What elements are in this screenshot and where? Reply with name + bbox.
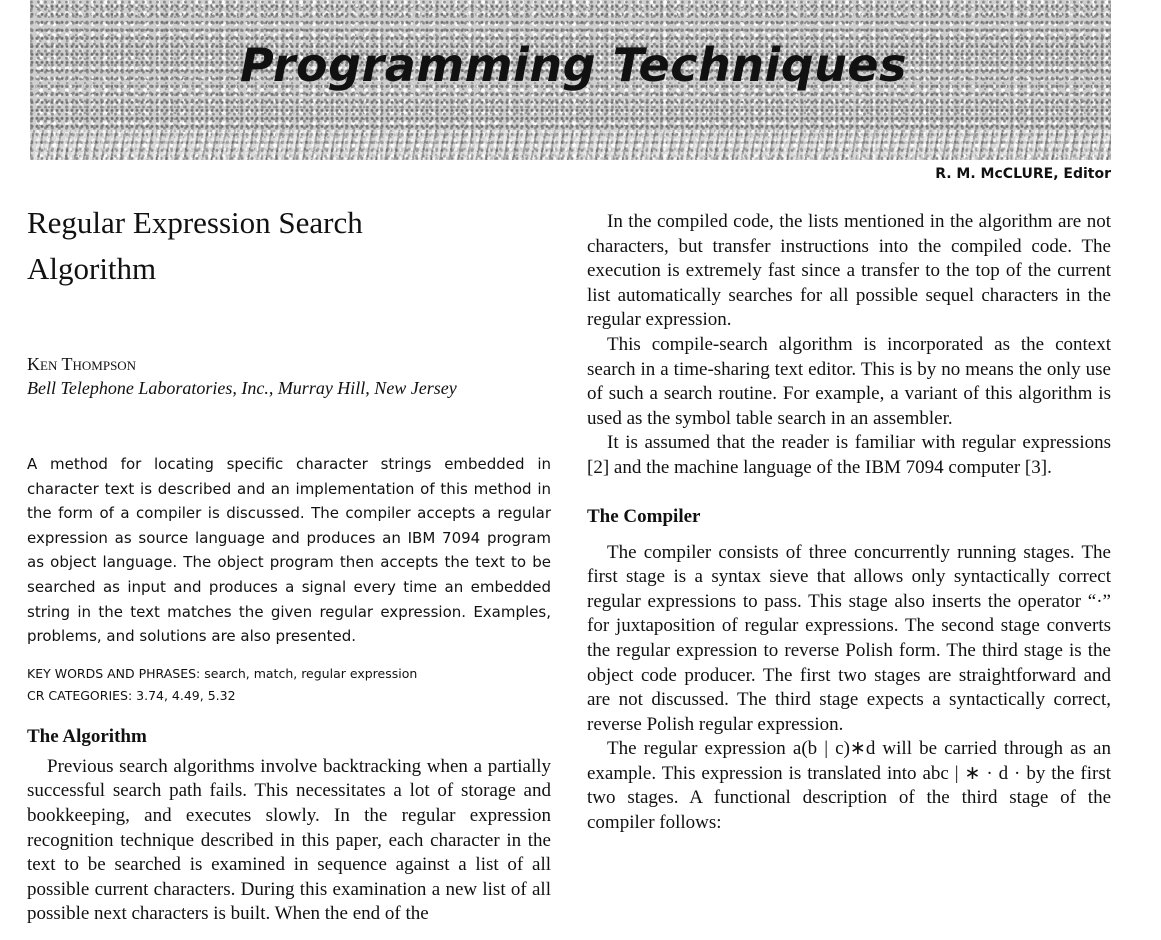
- keywords-line: KEY WORDS AND PHRASES: search, match, re…: [27, 665, 418, 681]
- title-line-1: Regular Expression Search: [27, 205, 363, 240]
- categories-line: CR CATEGORIES: 3.74, 4.49, 5.32: [27, 687, 236, 703]
- intro-body: In the compiled code, the lists mentione…: [587, 210, 1111, 481]
- paragraph: Previous search algorithms involve backt…: [27, 755, 551, 925]
- author-affiliation: Bell Telephone Laboratories, Inc., Murra…: [27, 378, 457, 398]
- paragraph: In the compiled code, the lists mentione…: [587, 211, 1111, 331]
- author-name: Ken Thompson: [27, 354, 137, 374]
- paragraph: The regular expression a(b | c)∗d will b…: [587, 738, 1111, 834]
- right-column: In the compiled code, the lists mentione…: [587, 210, 1111, 836]
- abstract: A method for locating specific character…: [27, 455, 551, 646]
- keywords: KEY WORDS AND PHRASES: search, match, re…: [27, 663, 551, 707]
- article-title: Regular Expression Search Algorithm: [27, 200, 551, 292]
- paragraph: The compiler consists of three concurren…: [587, 541, 1111, 735]
- compiler-body: The compiler consists of three concurren…: [587, 541, 1111, 836]
- algorithm-body: Previous search algorithms involve backt…: [27, 755, 551, 927]
- paragraph: This compile-search algorithm is incorpo…: [587, 333, 1111, 429]
- section-banner: Programming Techniques: [30, 0, 1111, 160]
- section-heading-algorithm: The Algorithm: [27, 725, 147, 747]
- left-column: Regular Expression Search Algorithm Ken …: [27, 200, 551, 927]
- editor-credit: R. M. McCLURE, Editor: [935, 166, 1111, 182]
- title-line-2: Algorithm: [27, 251, 157, 286]
- paragraph: It is assumed that the reader is familia…: [587, 432, 1111, 478]
- section-heading-compiler: The Compiler: [587, 505, 701, 527]
- banner-title: Programming Techniques: [240, 38, 907, 92]
